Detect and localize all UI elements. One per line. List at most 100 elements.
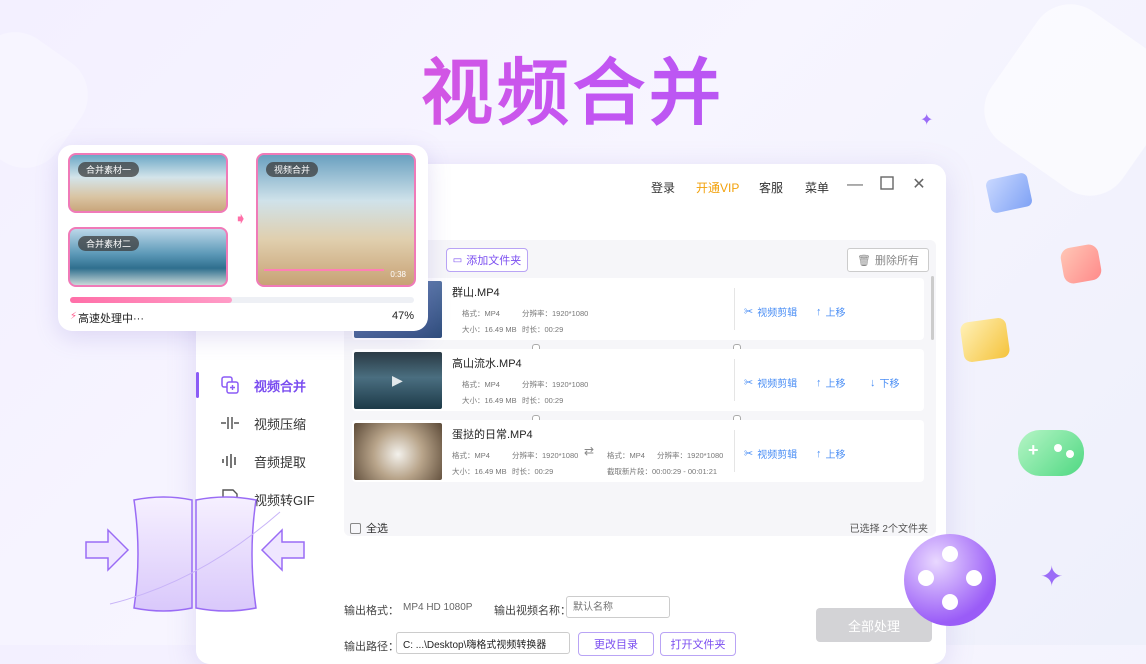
edit-video-button[interactable]: ✂ 视频剪辑 (744, 375, 797, 390)
clip-two: 合并素材二 (68, 227, 228, 287)
change-directory-button[interactable]: 更改目录 (578, 632, 654, 656)
bolt-icon: ⚡ (70, 311, 78, 322)
login-link[interactable]: 登录 (651, 179, 675, 196)
meta-size: 大小：16.49 MB (462, 396, 517, 405)
meta-duration: 时长：00:29 (522, 325, 564, 334)
menu-link[interactable]: 菜单 (805, 179, 829, 196)
edit-video-button[interactable]: ✂ 视频剪辑 (744, 446, 797, 461)
meta-format: 格式：MP4 (462, 380, 500, 389)
move-up-button[interactable]: ↑ 上移 (816, 375, 846, 391)
scissors-icon: ✂ (744, 377, 754, 389)
arrow-down-icon: ↓ (870, 376, 876, 389)
divider (734, 359, 735, 401)
scissors-icon: ✂ (744, 306, 754, 318)
selected-count: 已选择 2个文件夹 (849, 524, 928, 535)
clip-two-tag: 合并素材二 (78, 236, 140, 251)
arrow-up-icon: ↑ (816, 447, 822, 460)
hero-title: 视频合并 (0, 34, 1146, 139)
meta-resolution: 分辨率：1920*1080 (512, 451, 579, 460)
move-up-button[interactable]: ↑ 上移 (816, 446, 846, 462)
close-icon[interactable]: ✕ (910, 176, 928, 194)
move-up-button[interactable]: ↑ 上移 (816, 304, 846, 320)
film-reel-icon (904, 534, 996, 626)
meta-out-format: 格式：MP4 (607, 451, 645, 460)
sparkle-icon: ✦ (1040, 561, 1064, 592)
edit-video-button[interactable]: ✂ 视频剪辑 (744, 304, 797, 319)
sidebar-item-audio[interactable]: 音频提取 (196, 442, 332, 480)
delete-all-label: 删除所有 (874, 255, 919, 267)
sidebar-item-label: 视频合并 (254, 378, 307, 394)
meta-segment: 截取新片段：00:00:29 - 00:01:21 (607, 467, 718, 476)
sidebar-item-label: 视频压缩 (254, 416, 307, 432)
meta-duration: 时长：00:29 (522, 396, 564, 405)
shuffle-icon: ⇄ (584, 444, 595, 458)
merged-progress (264, 269, 384, 271)
output-format-select[interactable]: MP4 HD 1080P (403, 602, 472, 613)
meta-size: 大小：16.49 MB (452, 467, 507, 476)
merge-illustration (80, 492, 310, 616)
merged-tag: 视频合并 (266, 162, 319, 177)
compress-icon (220, 413, 240, 433)
trash-icon: 🗑 (857, 254, 871, 267)
meta-duration: 时长：00:29 (512, 467, 554, 476)
file-row[interactable]: ▶ 高山流水.MP4 格式：MP4 分辨率：1920*1080 大小：16.49… (352, 349, 924, 411)
add-folder-label: 添加文件夹 (466, 255, 522, 267)
progress-bar (70, 297, 414, 303)
meta-resolution: 分辨率：1920*1080 (522, 380, 589, 389)
divider (734, 430, 735, 472)
clip-one: 合并素材一 (68, 153, 228, 213)
checkbox-icon (350, 522, 361, 534)
minimize-icon[interactable]: — (846, 176, 864, 194)
select-all-checkbox[interactable]: 全选 (350, 520, 388, 536)
output-format-label: 输出格式： (344, 605, 399, 617)
service-link[interactable]: 客服 (759, 179, 783, 196)
output-name-label: 输出视频名称： (494, 605, 571, 617)
file-row[interactable]: 蛋挞的日常.MP4 格式：MP4 分辨率：1920*1080 大小：16.49 … (352, 420, 924, 482)
cup-icon (1059, 242, 1103, 286)
video-thumbnail: ▶ (354, 352, 442, 409)
arrow-up-icon: ↑ (816, 376, 822, 389)
arrow-up-icon: ↑ (816, 305, 822, 318)
progress-fill (70, 297, 232, 303)
add-folder-button[interactable]: ▭ 添加文件夹 (446, 248, 528, 272)
sparkle-icon: ✦ (920, 112, 934, 129)
image-card-icon (984, 172, 1034, 214)
output-path-label: 输出路径： (344, 641, 399, 653)
audio-extract-icon (220, 451, 240, 471)
meta-out-resolution: 分辨率：1920*1080 (657, 451, 724, 460)
file-name: 群山.MP4 (452, 287, 500, 299)
sidebar-item-label: 音频提取 (254, 454, 307, 470)
progress-percent: 47% (391, 310, 414, 322)
clip-one-tag: 合并素材一 (78, 162, 140, 177)
merge-preview-card: 合并素材一 合并素材二 ➧ 视频合并 0:38 ⚡ 高速处理中··· 47% (58, 145, 428, 331)
video-thumbnail (354, 423, 442, 480)
vip-link[interactable]: 开通VIP (696, 179, 739, 196)
scrollbar[interactable] (931, 276, 934, 340)
meta-format: 格式：MP4 (462, 309, 500, 318)
maximize-icon[interactable] (878, 176, 896, 194)
file-row[interactable]: 群山.MP4 格式：MP4 分辨率：1920*1080 大小：16.49 MB … (352, 278, 924, 340)
open-folder-button[interactable]: 打开文件夹 (660, 632, 736, 656)
sidebar-item-merge[interactable]: 视频合并 (196, 366, 332, 404)
process-all-button[interactable]: 全部处理 (816, 608, 932, 642)
meta-resolution: 分辨率：1920*1080 (522, 309, 589, 318)
move-down-button[interactable]: ↓ 下移 (870, 375, 900, 391)
output-name-input[interactable] (566, 596, 670, 618)
delete-all-button[interactable]: 🗑 删除所有 (847, 248, 929, 272)
merge-icon (220, 375, 240, 395)
processing-status: 高速处理中··· (78, 313, 144, 325)
file-name: 高山流水.MP4 (452, 358, 522, 370)
play-icon: ▶ (392, 372, 403, 388)
arrow-right-icon: ➧ (234, 211, 248, 228)
play-card-icon (959, 316, 1011, 364)
sidebar-item-compress[interactable]: 视频压缩 (196, 404, 332, 442)
divider (734, 288, 735, 330)
folder-icon: ▭ (452, 254, 463, 266)
meta-format: 格式：MP4 (452, 451, 490, 460)
output-path-field[interactable]: C: ...\Desktop\嗨格式视频转换器 (396, 632, 570, 654)
file-name: 蛋挞的日常.MP4 (452, 429, 533, 441)
gamepad-icon: + (1018, 430, 1084, 476)
file-panel: ▭ 添加文件夹 🗑 删除所有 群山.MP4 格式：MP4 分辨率：1920*10… (344, 240, 936, 536)
merged-time: 0:38 (390, 270, 406, 279)
meta-size: 大小：16.49 MB (462, 325, 517, 334)
